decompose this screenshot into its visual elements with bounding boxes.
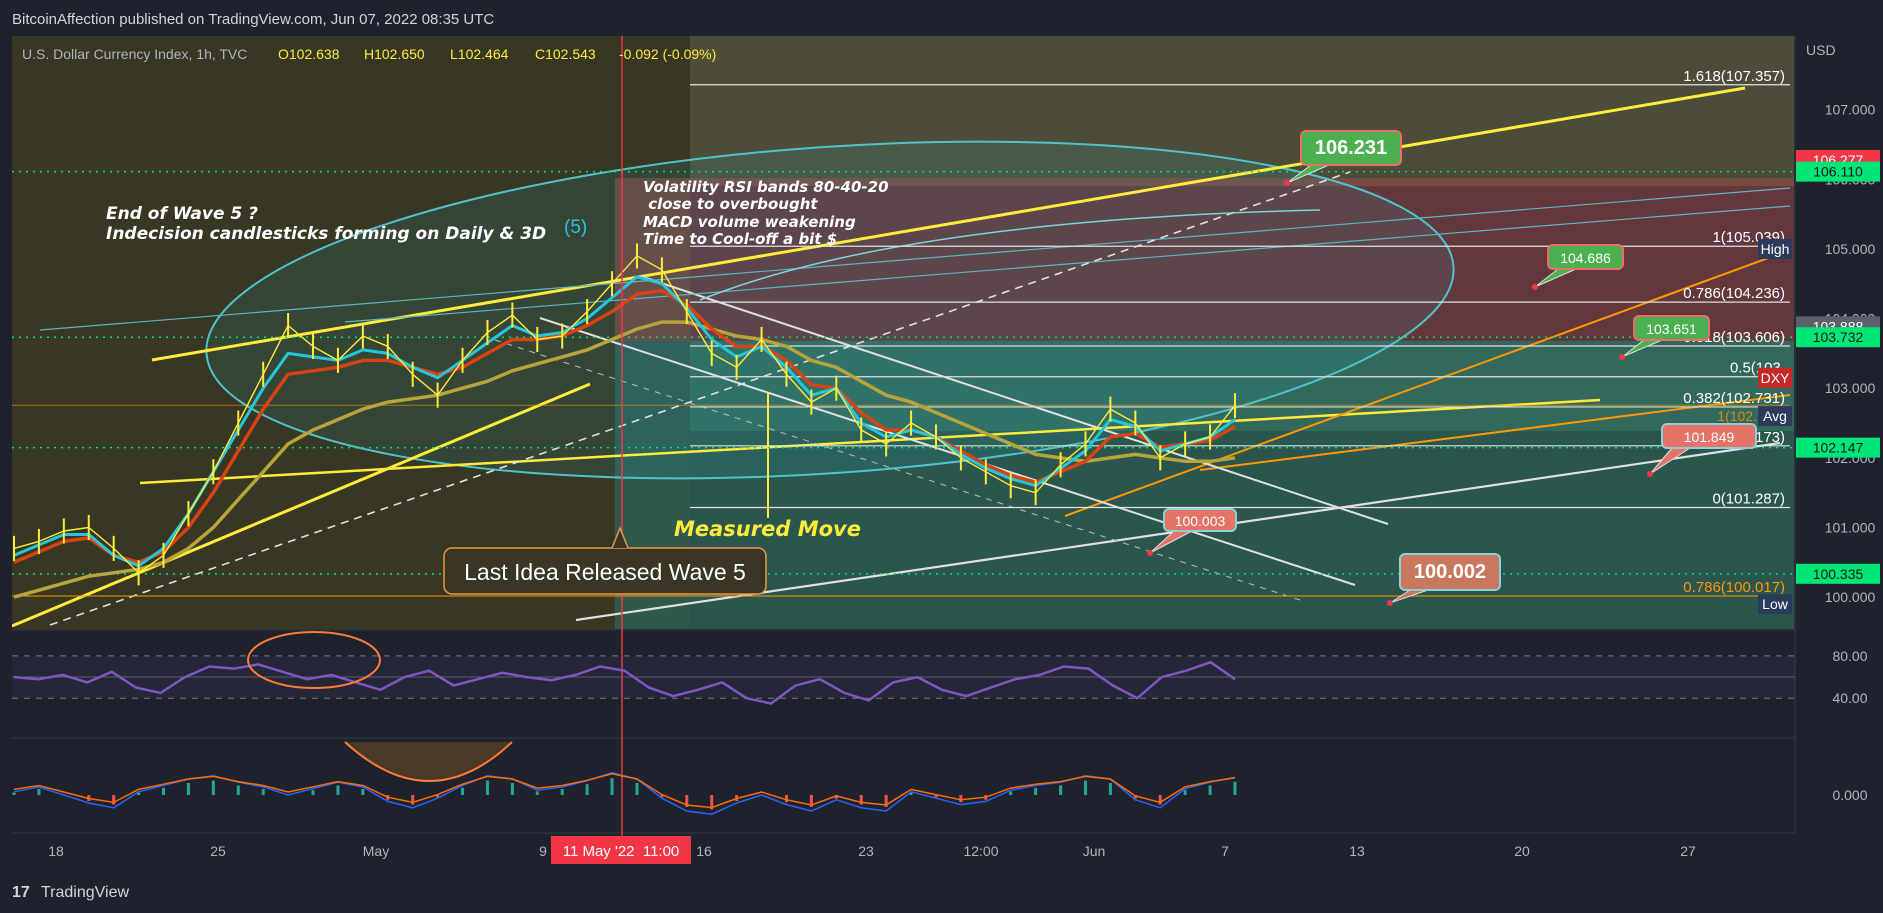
annotation-volatility-line1: Volatility RSI bands 80-40-20: [643, 178, 889, 196]
x-tick-label: 13: [1349, 843, 1365, 859]
macd-histogram-bar: [336, 785, 340, 795]
tradingview-logo[interactable]: 17 TradingView: [12, 884, 129, 901]
macd-histogram-bar: [959, 795, 963, 803]
macd-pane[interactable]: [12, 740, 1794, 832]
price-tag-text: 102.147: [1813, 440, 1864, 456]
macd-histogram-bar: [211, 780, 215, 795]
macd-histogram-bar: [162, 787, 166, 795]
y-tick-label: 100.000: [1825, 589, 1876, 605]
macd-histogram-bar: [12, 792, 16, 795]
callout-value: 101.849: [1684, 429, 1735, 445]
legend-change: -0.092 (-0.09%): [619, 46, 716, 62]
macd-histogram-bar: [461, 787, 465, 795]
x-tick-label: May: [363, 843, 389, 859]
rsi-tick-label: 80.00: [1832, 648, 1867, 664]
callout-value: 100.002: [1414, 561, 1486, 583]
x-tick-label: 27: [1680, 843, 1696, 859]
wave-number-label: (5): [564, 217, 587, 238]
legend-open: O102.638: [278, 46, 340, 62]
price-tag-text: Low: [1762, 596, 1789, 612]
macd-histogram-bar: [1183, 790, 1187, 795]
brand-text: TradingView: [41, 884, 129, 901]
x-tick-label: 9: [539, 843, 547, 859]
x-tick-label: 20: [1514, 843, 1530, 859]
tv-logo-icon: 17: [12, 884, 30, 901]
x-tick-label: Jun: [1083, 843, 1106, 859]
macd-histogram-bar: [535, 791, 539, 795]
legend-low: L102.464: [450, 46, 509, 62]
callout-anchor: [1619, 354, 1625, 360]
macd-histogram-bar: [37, 789, 41, 795]
macd-histogram-bar: [485, 780, 489, 795]
annotation-volatility-line2: close to overbought: [643, 195, 818, 213]
macd-histogram-bar: [784, 795, 788, 803]
y-tick-label: 105.000: [1825, 241, 1876, 257]
y-tick-label: 107.000: [1825, 102, 1876, 118]
price-tag-text: DXY: [1761, 370, 1790, 386]
fib-level-label: 0(101.287): [1712, 491, 1785, 508]
callout-value: 100.003: [1175, 513, 1226, 529]
legend-close: C102.543: [535, 46, 596, 62]
price-tag-text: Avg: [1763, 408, 1787, 424]
currency-label: USD: [1806, 42, 1836, 58]
rsi-tick-label: 40.00: [1832, 690, 1867, 706]
annotation-wave-end-line1: End of Wave 5 ?: [106, 204, 258, 224]
callout-anchor: [1147, 550, 1153, 556]
macd-histogram-bar: [361, 789, 365, 795]
annotation-wave-end-line2: Indecision candlesticks forming on Daily…: [106, 224, 546, 244]
y-tick-label: 101.000: [1825, 520, 1876, 536]
last-idea-text: Last Idea Released Wave 5: [464, 559, 746, 585]
macd-histogram-bar: [236, 785, 240, 795]
fib-level-label: 0.382(102.731): [1683, 390, 1785, 407]
macd-histogram-bar: [560, 789, 564, 795]
macd-histogram-bar: [510, 783, 514, 795]
annotation-volatility-line4: Time to Cool-off a bit $: [643, 230, 837, 248]
x-tick-label: 23: [858, 843, 874, 859]
macd-histogram-bar: [1233, 781, 1237, 795]
x-tick-label: 18: [48, 843, 64, 859]
callout-value: 106.231: [1315, 137, 1387, 159]
callout-anchor: [1647, 471, 1653, 477]
macd-histogram-bar: [311, 790, 315, 795]
price-tag-text: 103.732: [1813, 329, 1864, 345]
measured-move-label: Measured Move: [674, 517, 861, 541]
price-tag-text: 100.335: [1813, 566, 1864, 582]
macd-histogram-bar: [186, 783, 190, 795]
crosshair-time-label: 11 May '22 11:00: [551, 836, 691, 864]
fib-level-label: 0.786(104.236): [1683, 285, 1785, 302]
x-tick-label: 25: [210, 843, 226, 859]
macd-histogram-bar: [610, 778, 614, 795]
callout-value: 103.651: [1646, 321, 1697, 337]
macd-histogram-bar: [1083, 780, 1087, 795]
macd-histogram-bar: [261, 789, 265, 795]
macd-tick-label: 0.000: [1832, 787, 1867, 803]
macd-histogram-bar: [1034, 787, 1038, 795]
macd-histogram-bar: [585, 784, 589, 795]
macd-histogram-bar: [1009, 791, 1013, 795]
chart-canvas: 1.618(107.357)1(105.039)0.786(104.236)0.…: [12, 11, 1883, 901]
x-tick-label: 12:00: [963, 843, 998, 859]
legend-high: H102.650: [364, 46, 425, 62]
annotation-volatility-line3: MACD volume weakening: [643, 213, 856, 231]
crosshair-time-text: 11 May '22 11:00: [563, 843, 680, 860]
callout-anchor: [1284, 180, 1290, 186]
macd-histogram-bar: [112, 795, 116, 805]
macd-histogram-bar: [1208, 785, 1212, 795]
fib-level-label: 1.618(107.357): [1683, 68, 1785, 85]
legend-symbol[interactable]: U.S. Dollar Currency Index, 1h, TVC: [22, 46, 247, 62]
callout-value: 104.686: [1560, 250, 1611, 266]
macd-histogram-bar: [635, 783, 639, 795]
callout-anchor: [1532, 284, 1538, 290]
callout-anchor: [1387, 600, 1393, 606]
macd-histogram-bar: [1108, 783, 1112, 795]
x-tick-label: 7: [1221, 843, 1229, 859]
price-tag-text: High: [1761, 241, 1790, 257]
publish-line: BitcoinAffection published on TradingVie…: [12, 11, 494, 28]
x-tick-label: 16: [696, 843, 712, 859]
macd-histogram-bar: [1059, 785, 1063, 795]
y-tick-label: 103.000: [1825, 380, 1876, 396]
price-tag-text: 106.110: [1813, 164, 1863, 180]
fib-orange-label: 0.786(100.017): [1683, 579, 1785, 596]
